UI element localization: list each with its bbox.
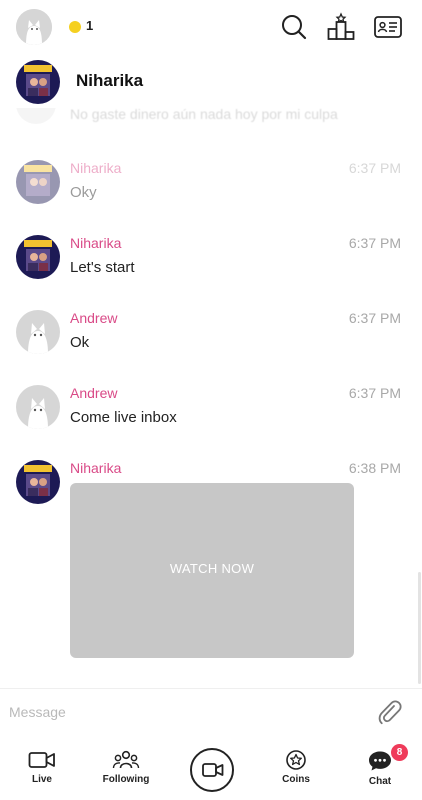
- video-camera-icon: [28, 752, 55, 768]
- nav-coins[interactable]: Coins: [261, 750, 331, 785]
- nav-live-label: Live: [31, 774, 52, 785]
- coin-icon: [69, 21, 81, 33]
- nav-chat-label: Chat: [368, 776, 392, 787]
- nav-chat[interactable]: 8 Chat: [345, 744, 415, 787]
- message-input[interactable]: [0, 695, 360, 729]
- star-coin-icon: [286, 750, 306, 770]
- message-time: 6:37 PM: [348, 160, 401, 176]
- nav-live[interactable]: Live: [7, 750, 77, 785]
- id-card-icon[interactable]: [373, 12, 403, 42]
- watch-now-label: WATCH NOW: [169, 561, 255, 576]
- poster-avatar-icon: [16, 235, 60, 279]
- coin-count: 1: [86, 18, 94, 33]
- sender-avatar[interactable]: [16, 385, 60, 429]
- video-camera-icon: [202, 763, 224, 777]
- message-time: 6:38 PM: [348, 460, 401, 476]
- message-list[interactable]: No gaste dinero aún nada hoy por mi culp…: [0, 100, 422, 688]
- nav-following-label: Following: [102, 774, 150, 785]
- sender-name: Niharika: [70, 235, 122, 251]
- message-text: Oky: [70, 184, 97, 201]
- faded-message-text: No gaste dinero aún nada hoy por mi culp…: [70, 106, 338, 122]
- top-bar: 1: [0, 0, 422, 54]
- sender-avatar[interactable]: [16, 310, 60, 354]
- sender-name: Niharika: [70, 160, 122, 176]
- nav-following[interactable]: Following: [91, 750, 161, 785]
- message-time: 6:37 PM: [348, 310, 401, 326]
- paperclip-icon[interactable]: [374, 697, 404, 727]
- leaderboard-icon[interactable]: [326, 12, 356, 42]
- message-item: Niharika 6:37 PM Let's start: [0, 235, 422, 305]
- contact-avatar[interactable]: [16, 60, 60, 104]
- poster-avatar-icon: [16, 460, 60, 504]
- message-text: Come live inbox: [70, 409, 177, 426]
- poster-avatar-icon: [16, 160, 60, 204]
- chat-header: Niharika: [0, 56, 422, 108]
- chat-bubble-icon: [369, 751, 391, 771]
- go-live-button[interactable]: [190, 748, 234, 792]
- sender-name: Andrew: [70, 310, 118, 326]
- message-item: Andrew 6:37 PM Ok: [0, 310, 422, 380]
- contact-name: Niharika: [76, 71, 144, 90]
- sender-avatar[interactable]: [16, 160, 60, 204]
- message-text: Ok: [70, 334, 90, 351]
- message-time: 6:37 PM: [348, 385, 401, 401]
- cat-avatar-icon: [16, 310, 60, 354]
- message-text: Let's start: [70, 259, 135, 276]
- scrollbar[interactable]: [418, 572, 421, 684]
- sender-name: Andrew: [70, 385, 118, 401]
- sender-avatar[interactable]: [16, 460, 60, 504]
- poster-avatar-icon: [16, 60, 60, 104]
- watch-now-card[interactable]: WATCH NOW: [70, 483, 354, 658]
- profile-avatar[interactable]: [16, 9, 52, 45]
- message-time: 6:37 PM: [348, 235, 401, 251]
- bottom-nav: Live Following Coins 8 Chat: [0, 738, 422, 800]
- cat-avatar-icon: [16, 385, 60, 429]
- sender-name: Niharika: [70, 460, 122, 476]
- message-item: Niharika 6:37 PM Oky: [0, 160, 422, 230]
- users-icon: [112, 750, 140, 769]
- cat-avatar-icon: [16, 9, 52, 45]
- nav-coins-label: Coins: [282, 774, 310, 785]
- search-icon[interactable]: [279, 12, 309, 42]
- message-item: Andrew 6:37 PM Come live inbox: [0, 385, 422, 455]
- message-input-bar: [0, 688, 422, 734]
- sender-avatar[interactable]: [16, 235, 60, 279]
- chat-unread-badge: 8: [391, 744, 408, 761]
